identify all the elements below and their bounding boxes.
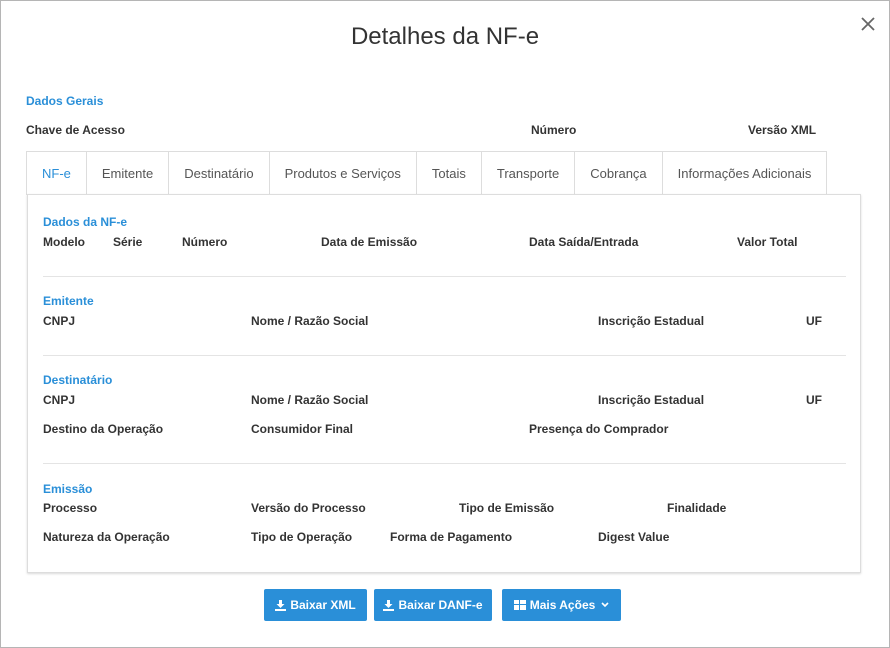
process-label: Processo bbox=[43, 501, 98, 515]
tab-issuer[interactable]: Emitente bbox=[85, 151, 170, 194]
tab-nfe[interactable]: NF-e bbox=[26, 151, 87, 195]
general-section-title: Dados Gerais bbox=[26, 94, 104, 108]
operation-nature-label: Natureza da Operação bbox=[43, 530, 170, 544]
emission-type-label: Tipo de Emissão bbox=[459, 501, 555, 515]
exit-entry-date-label: Data Saída/Entrada bbox=[529, 235, 639, 249]
download-danfe-button[interactable]: Baixar DANF-e bbox=[374, 589, 492, 621]
total-value-label: Valor Total bbox=[737, 235, 798, 249]
recipient-cnpj-label: CNPJ bbox=[43, 393, 76, 407]
access-key-label: Chave de Acesso bbox=[26, 123, 125, 137]
operation-type-label: Tipo de Operação bbox=[251, 530, 353, 544]
nfe-number-label: Número bbox=[182, 235, 228, 249]
recipient-uf-label: UF bbox=[806, 393, 822, 407]
recipient-name-label: Nome / Razão Social bbox=[251, 393, 369, 407]
download-danfe-label: Baixar DANF-e bbox=[398, 598, 483, 612]
issuer-state-registration-label: Inscrição Estadual bbox=[598, 314, 705, 328]
tab-billing[interactable]: Cobrança bbox=[574, 151, 663, 194]
more-actions-label: Mais Ações bbox=[529, 598, 596, 612]
purpose-label: Finalidade bbox=[667, 501, 727, 515]
tab-transport[interactable]: Transporte bbox=[480, 151, 576, 194]
issue-date-label: Data de Emissão bbox=[321, 235, 418, 249]
issuer-cnpj-label: CNPJ bbox=[43, 314, 76, 328]
nfe-section-title: Dados da NF-e bbox=[43, 215, 128, 229]
tab-products-services[interactable]: Produtos e Serviços bbox=[268, 151, 417, 194]
more-actions-button[interactable]: Mais Ações bbox=[502, 589, 621, 621]
download-xml-button[interactable]: Baixar XML bbox=[264, 589, 367, 621]
buyer-presence-label: Presença do Comprador bbox=[529, 422, 669, 436]
divider bbox=[43, 276, 846, 277]
recipient-section-title: Destinatário bbox=[43, 373, 113, 387]
model-label: Modelo bbox=[43, 235, 85, 249]
issuer-name-label: Nome / Razão Social bbox=[251, 314, 369, 328]
payment-method-label: Forma de Pagamento bbox=[390, 530, 513, 544]
close-icon[interactable] bbox=[858, 14, 878, 36]
divider bbox=[43, 463, 846, 464]
tab-bar: NF-e Emitente Destinatário Produtos e Se… bbox=[26, 151, 828, 195]
grid-icon bbox=[513, 600, 526, 610]
issuer-uf-label: UF bbox=[806, 314, 822, 328]
number-label: Número bbox=[531, 123, 577, 137]
series-label: Série bbox=[113, 235, 143, 249]
issuer-section-title: Emitente bbox=[43, 294, 94, 308]
divider bbox=[43, 355, 846, 356]
chevron-down-icon bbox=[601, 602, 609, 608]
tab-additional-info[interactable]: Informações Adicionais bbox=[661, 151, 828, 194]
process-version-label: Versão do Processo bbox=[251, 501, 366, 515]
digest-value-label: Digest Value bbox=[598, 530, 670, 544]
xml-version-label: Versão XML bbox=[748, 123, 817, 137]
tab-totals[interactable]: Totais bbox=[415, 151, 482, 194]
tab-panel-nfe: Dados da NF-e Modelo Série Número Data d… bbox=[27, 194, 861, 573]
emission-section-title: Emissão bbox=[43, 482, 93, 496]
modal-title: Detalhes da NF-e bbox=[350, 23, 540, 50]
recipient-state-registration-label: Inscrição Estadual bbox=[598, 393, 705, 407]
download-icon bbox=[383, 599, 395, 611]
final-consumer-label: Consumidor Final bbox=[251, 422, 353, 436]
operation-destination-label: Destino da Operação bbox=[43, 422, 164, 436]
download-icon bbox=[275, 599, 287, 611]
download-xml-label: Baixar XML bbox=[290, 598, 356, 612]
tab-recipient[interactable]: Destinatário bbox=[168, 151, 270, 194]
nfe-details-modal: Detalhes da NF-e Dados Gerais Chave de A… bbox=[0, 0, 890, 648]
